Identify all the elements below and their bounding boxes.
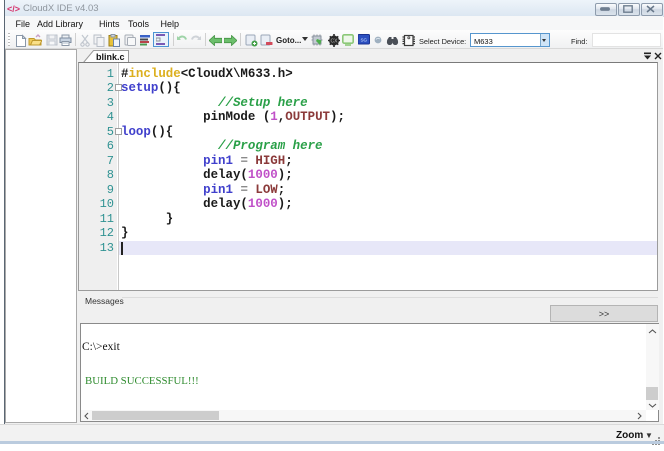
svg-text:CX: CX (331, 39, 339, 45)
svg-text:SG: SG (361, 38, 368, 43)
